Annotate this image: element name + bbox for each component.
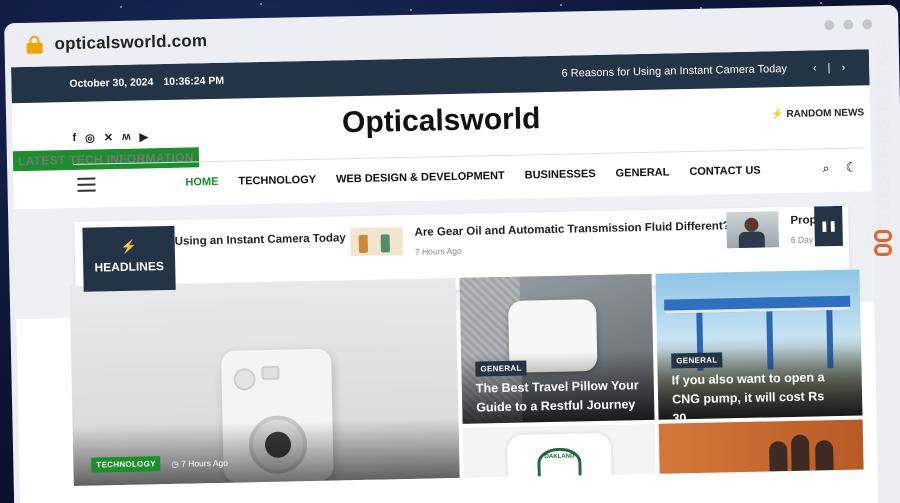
ticker-next-button[interactable]: › xyxy=(841,62,849,74)
headline-thumbnail[interactable] xyxy=(350,227,404,257)
nav-item-home[interactable]: HOME xyxy=(185,175,218,188)
people-image xyxy=(769,430,850,472)
headline-title[interactable]: Prop xyxy=(790,214,816,227)
random-news-link[interactable]: ⚡ RANDOM NEWS xyxy=(771,107,864,120)
clock-icon: ◷ xyxy=(171,458,179,469)
watermark-text: GUESTPOSTLINKS xyxy=(874,40,895,229)
browser-window: opticalsworld.com October 30, 2024 10:36… xyxy=(4,4,900,503)
category-badge[interactable]: GENERAL xyxy=(671,352,723,369)
featured-grid: TECHNOLOGY ◷ 7 Hours Ago GENERAL The Bes… xyxy=(69,269,864,487)
nav-item-general[interactable]: GENERAL xyxy=(615,166,669,179)
dark-mode-icon[interactable]: ☾ xyxy=(845,160,857,176)
window-dot-icon[interactable] xyxy=(824,19,835,31)
bolt-icon: ⚡ xyxy=(120,238,138,254)
featured-card-shirt[interactable]: OAKLAND xyxy=(462,423,656,478)
headline-time: 7 Hours Ago xyxy=(414,245,462,257)
headline-title[interactable]: Are Gear Oil and Automatic Transmission … xyxy=(414,220,729,239)
featured-card-cng[interactable]: GENERAL If you also want to open a CNG p… xyxy=(655,269,863,420)
watermark-logo-icon xyxy=(874,230,892,260)
headline-thumbnail[interactable] xyxy=(726,211,779,249)
url-text[interactable]: opticalsworld.com xyxy=(54,31,207,54)
pause-icon: ❚❚ xyxy=(820,220,838,232)
lock-icon xyxy=(26,35,43,54)
tshirt-image: OAKLAND xyxy=(506,432,612,478)
search-icon[interactable]: ⌕ xyxy=(822,161,829,176)
watermark: GUESTPOSTLINKS xyxy=(870,40,898,270)
window-dot-icon[interactable] xyxy=(843,19,854,30)
ticker-prev-button[interactable]: ‹ xyxy=(813,62,821,74)
ticker-headline[interactable]: 6 Reasons for Using an Instant Camera To… xyxy=(561,63,787,80)
current-time: 10:36:24 PM xyxy=(163,74,225,89)
headline-time: 6 Day xyxy=(790,234,814,245)
nav-item-businesses[interactable]: BUSINESSES xyxy=(525,168,596,181)
menu-icon[interactable] xyxy=(77,177,96,195)
card-title[interactable]: The Best Travel Pillow Your Guide to a R… xyxy=(476,376,643,417)
headline-item[interactable]: Using an Instant Camera Today xyxy=(175,232,346,248)
category-badge[interactable]: GENERAL xyxy=(475,360,527,377)
nav-menu: HOME TECHNOLOGY WEB DESIGN & DEVELOPMENT… xyxy=(185,164,760,188)
emblem-text: OAKLAND xyxy=(544,453,575,461)
ticker-separator: | xyxy=(827,61,835,75)
window-controls xyxy=(824,19,873,31)
bolt-icon: ⚡ xyxy=(771,109,784,121)
ticker-controls: ‹ | › xyxy=(813,62,850,75)
site-title[interactable]: Opticalsworld xyxy=(12,95,871,147)
fuel-station-canopy xyxy=(664,295,851,314)
nav-item-contact[interactable]: CONTACT US xyxy=(689,164,761,177)
featured-card-main[interactable]: TECHNOLOGY ◷ 7 Hours Ago xyxy=(69,277,460,487)
post-time-text: 7 Hours Ago xyxy=(181,457,229,469)
headline-item[interactable]: Prop 6 Day xyxy=(790,214,817,245)
post-time: ◷ 7 Hours Ago xyxy=(171,458,228,470)
headlines-label: ⚡ HEADLINES xyxy=(82,225,176,292)
current-date: October 30, 2024 xyxy=(69,76,154,91)
nav-item-technology[interactable]: TECHNOLOGY xyxy=(238,173,316,187)
headlines-label-text: HEADLINES xyxy=(94,259,165,275)
pause-button[interactable]: ❚❚ xyxy=(814,205,843,247)
window-dot-icon[interactable] xyxy=(862,19,873,30)
featured-card-people[interactable] xyxy=(658,419,864,474)
featured-card-pillow[interactable]: GENERAL The Best Travel Pillow Your Guid… xyxy=(459,273,655,424)
nav-item-web-design[interactable]: WEB DESIGN & DEVELOPMENT xyxy=(336,169,505,185)
headline-item[interactable]: Are Gear Oil and Automatic Transmission … xyxy=(414,220,730,257)
card-title[interactable]: If you also want to open a CNG pump, it … xyxy=(672,368,851,419)
headline-title[interactable]: Using an Instant Camera Today xyxy=(175,232,346,248)
category-badge[interactable]: TECHNOLOGY xyxy=(91,456,161,473)
random-news-label: RANDOM NEWS xyxy=(786,107,865,120)
site-branding: Opticalsworld Latest Tech Information xyxy=(12,95,871,172)
